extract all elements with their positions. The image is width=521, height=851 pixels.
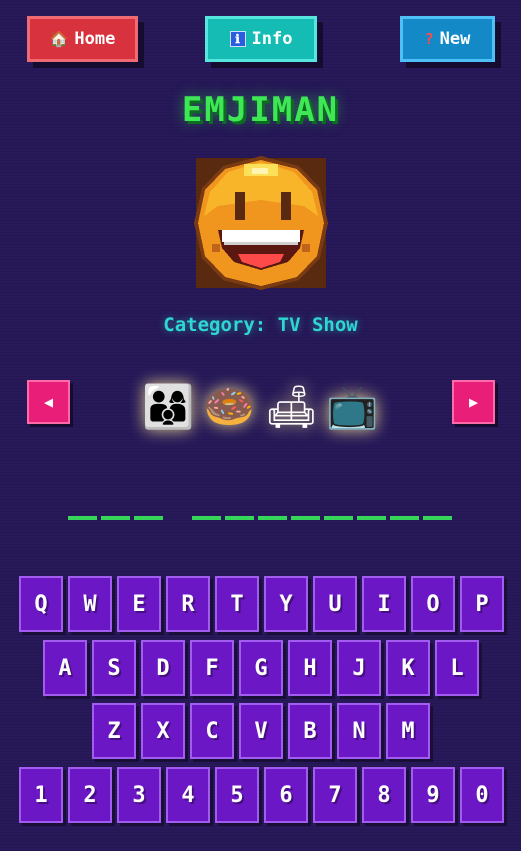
letter-slot (192, 516, 221, 520)
key-r[interactable]: R (166, 576, 210, 632)
key-e[interactable]: E (117, 576, 161, 632)
key-3[interactable]: 3 (117, 767, 161, 823)
key-p[interactable]: P (460, 576, 504, 632)
key-9[interactable]: 9 (411, 767, 455, 823)
letter-slot (258, 516, 287, 520)
key-g[interactable]: G (239, 640, 283, 696)
previous-clue-button[interactable]: ◀ (27, 380, 70, 424)
key-j[interactable]: J (337, 640, 381, 696)
key-d[interactable]: D (141, 640, 185, 696)
key-k[interactable]: K (386, 640, 430, 696)
emoji-clues: 👨‍👩‍👦 🍩 🛋 📺 (142, 380, 378, 434)
key-u[interactable]: U (313, 576, 357, 632)
arrow-left-icon: ◀ (43, 393, 54, 411)
new-button[interactable]: ? New (400, 16, 495, 62)
key-5[interactable]: 5 (215, 767, 259, 823)
home-button[interactable]: 🏠 Home (27, 16, 138, 62)
key-6[interactable]: 6 (264, 767, 308, 823)
question-icon: ? (424, 30, 434, 48)
home-button-label: Home (74, 29, 116, 49)
game-title: EMJIMAN (181, 90, 340, 130)
key-f[interactable]: F (190, 640, 234, 696)
key-1[interactable]: 1 (19, 767, 63, 823)
key-l[interactable]: L (435, 640, 479, 696)
new-button-label: New (439, 29, 471, 49)
key-2[interactable]: 2 (68, 767, 112, 823)
key-n[interactable]: N (337, 703, 381, 759)
key-b[interactable]: B (288, 703, 332, 759)
key-z[interactable]: Z (92, 703, 136, 759)
family-icon: 👨‍👩‍👦 (142, 382, 195, 431)
house-icon: 🏠 (49, 30, 69, 48)
laughing-face-icon (188, 150, 334, 296)
key-x[interactable]: X (141, 703, 185, 759)
key-y[interactable]: Y (264, 576, 308, 632)
letter-slot (225, 516, 254, 520)
key-i[interactable]: I (362, 576, 406, 632)
info-icon: ℹ (229, 31, 246, 47)
television-icon: 📺 (325, 382, 379, 431)
key-h[interactable]: H (288, 640, 332, 696)
couch-icon: 🛋 (264, 382, 318, 431)
letter-slot (68, 516, 97, 520)
key-0[interactable]: 0 (460, 767, 504, 823)
key-7[interactable]: 7 (313, 767, 357, 823)
key-4[interactable]: 4 (166, 767, 210, 823)
donut-icon: 🍩 (203, 382, 256, 431)
arrow-right-icon: ▶ (468, 393, 479, 411)
key-w[interactable]: W (68, 576, 112, 632)
key-t[interactable]: T (215, 576, 259, 632)
key-m[interactable]: M (386, 703, 430, 759)
key-s[interactable]: S (92, 640, 136, 696)
letter-slot (291, 516, 320, 520)
info-button[interactable]: ℹ Info (205, 16, 317, 62)
key-o[interactable]: O (411, 576, 455, 632)
letter-slot (324, 516, 353, 520)
key-q[interactable]: Q (19, 576, 63, 632)
letter-slot (357, 516, 386, 520)
key-c[interactable]: C (190, 703, 234, 759)
letter-slot (101, 516, 130, 520)
letter-slot (134, 516, 163, 520)
key-a[interactable]: A (43, 640, 87, 696)
letter-slot (390, 516, 419, 520)
key-8[interactable]: 8 (362, 767, 406, 823)
next-clue-button[interactable]: ▶ (452, 380, 495, 424)
letter-slot (423, 516, 452, 520)
category-label: Category: TV Show (163, 314, 358, 336)
info-button-label: Info (251, 29, 293, 49)
key-v[interactable]: V (239, 703, 283, 759)
